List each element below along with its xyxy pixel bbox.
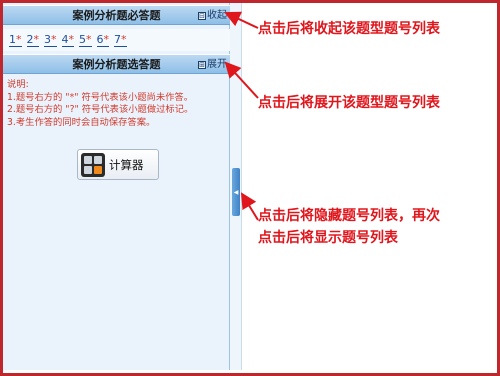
triangle-left-icon: ◀ — [233, 188, 239, 196]
annotation-hide-line1: 点击后将隐藏题号列表，再次 — [258, 208, 440, 224]
question-link-1[interactable]: 1* — [9, 33, 22, 47]
question-link-6[interactable]: 6* — [96, 33, 109, 47]
annotation-expand: 点击后将展开该题型题号列表 — [258, 95, 440, 111]
instructions: 说明: 1.题号右方的 "*" 符号代表该小题尚未作答。 2.题号右方的 "?"… — [7, 79, 229, 129]
section-title-required: 案例分析题必答题 — [72, 9, 161, 22]
collapse-toggle[interactable]: ⊟ 收起 — [198, 7, 227, 24]
annotation-collapse: 点击后将收起该题型题号列表 — [258, 21, 440, 37]
section-title-optional: 案例分析题选答题 — [72, 58, 161, 71]
expand-label: 展开 — [207, 59, 227, 70]
plus-box-icon: ⊞ — [198, 60, 206, 69]
collapse-label: 收起 — [207, 10, 227, 21]
question-link-4[interactable]: 4* — [61, 33, 74, 47]
question-number-list: 1* 2* 3* 4* 5* 6* 7* — [3, 29, 230, 51]
expand-toggle[interactable]: ⊞ 展开 — [198, 56, 227, 73]
instruction-line: 3.考生作答的同时会自动保存答案。 — [7, 116, 156, 128]
question-link-3[interactable]: 3* — [44, 33, 57, 47]
calculator-label: 计算器 — [109, 157, 144, 172]
calculator-icon — [81, 152, 105, 177]
instruction-line: 2.题号右方的 "?" 符号代表该小题做过标记。 — [7, 104, 194, 115]
question-link-5[interactable]: 5* — [79, 33, 92, 47]
minus-box-icon: ⊟ — [198, 11, 206, 20]
section-header-optional: 案例分析题选答题 ⊞ 展开 — [3, 54, 230, 74]
question-panel: 案例分析题必答题 ⊟ 收起 1* 2* 3* 4* 5* 6* 7* 案例分析题… — [3, 3, 230, 370]
panel-collapse-handle[interactable]: ◀ — [232, 168, 240, 216]
instructions-heading: 说明: — [7, 79, 29, 90]
section-header-required: 案例分析题必答题 ⊟ 收起 — [3, 5, 230, 25]
calculator-button[interactable]: 计算器 — [77, 149, 159, 180]
question-link-7[interactable]: 7* — [114, 33, 127, 47]
question-link-2[interactable]: 2* — [26, 33, 39, 47]
instruction-line: 1.题号右方的 "*" 符号代表该小题尚未作答。 — [7, 91, 194, 103]
annotation-hide-line2: 点击后将显示题号列表 — [258, 230, 398, 246]
